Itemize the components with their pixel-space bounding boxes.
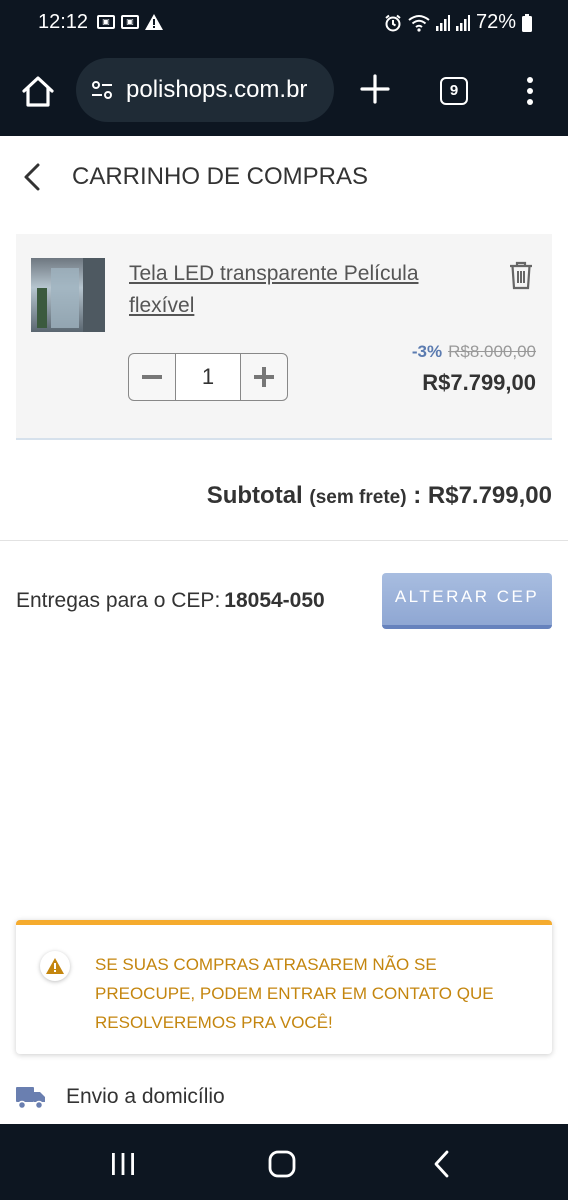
plus-icon xyxy=(254,367,274,387)
address-bar[interactable]: polishops.com.br xyxy=(76,58,334,122)
delay-alert: SE SUAS COMPRAS ATRASAREM NÃO SE PREOCUP… xyxy=(16,920,552,1054)
battery-percent: 72% xyxy=(475,11,516,33)
status-right: 72% xyxy=(384,11,532,34)
warning-icon xyxy=(145,14,163,30)
delivery-label: Entregas para o CEP: xyxy=(16,589,221,612)
wifi-icon xyxy=(408,14,430,32)
old-price-row: -3% R$8.000,00 xyxy=(412,342,536,362)
status-bar: 12:12 ▣ ▣ 72% xyxy=(0,0,568,44)
site-settings-icon[interactable] xyxy=(90,78,114,102)
tab-switcher-button[interactable]: 9 xyxy=(440,77,468,105)
old-price: R$8.000,00 xyxy=(448,342,536,361)
more-menu-icon[interactable] xyxy=(524,76,536,106)
page-header: CARRINHO DE COMPRAS xyxy=(0,136,568,216)
alert-text: SE SUAS COMPRAS ATRASAREM NÃO SE PREOCUP… xyxy=(95,955,494,1032)
quantity-stepper: 1 xyxy=(128,353,288,401)
discount-badge: -3% xyxy=(411,342,443,361)
signal-icon xyxy=(435,14,450,31)
increase-quantity-button[interactable] xyxy=(240,353,288,401)
notification-box-icon: ▣ xyxy=(121,15,139,29)
notification-icons: ▣ ▣ xyxy=(97,14,163,30)
alarm-icon xyxy=(385,14,401,31)
battery-icon xyxy=(522,13,532,32)
back-nav-icon[interactable] xyxy=(432,1150,450,1178)
product-thumbnail[interactable] xyxy=(31,258,105,332)
browser-toolbar: polishops.com.br 9 xyxy=(0,44,568,136)
page-title: CARRINHO DE COMPRAS xyxy=(72,163,369,190)
url-text: polishops.com.br xyxy=(126,76,308,103)
back-arrow-icon[interactable] xyxy=(20,162,44,192)
notification-box-icon: ▣ xyxy=(97,15,115,29)
truck-icon xyxy=(16,1087,45,1110)
delivery-cep-row: Entregas para o CEP: 18054-050 xyxy=(16,589,325,613)
recent-apps-icon[interactable] xyxy=(110,1152,136,1176)
alert-icon-wrapper xyxy=(40,951,70,981)
signal-icon-2 xyxy=(455,14,470,31)
decrease-quantity-button[interactable] xyxy=(128,353,176,401)
product-name-link[interactable]: Tela LED transparente Película flexível xyxy=(129,258,469,322)
system-nav-bar xyxy=(0,1124,568,1200)
change-cep-button[interactable]: ALTERAR CEP xyxy=(382,573,552,629)
new-tab-icon[interactable] xyxy=(358,72,392,106)
subtotal-note: (sem frete) xyxy=(309,487,407,508)
quantity-input[interactable]: 1 xyxy=(176,353,240,401)
subtotal-label: Subtotal xyxy=(206,482,303,509)
shipping-label: Envio a domicílio xyxy=(66,1085,225,1108)
home-nav-icon[interactable] xyxy=(268,1150,296,1178)
status-time: 12:12 xyxy=(38,11,89,33)
cart-item: Tela LED transparente Película flexível … xyxy=(16,234,552,440)
subtotal-separator: : xyxy=(413,482,422,509)
delivery-cep: 18054-050 xyxy=(224,589,325,612)
shipping-option[interactable]: Envio a domicílio xyxy=(16,1084,225,1110)
subtotal-value: R$7.799,00 xyxy=(427,482,552,509)
subtotal-row: Subtotal (sem frete) : R$7.799,00 xyxy=(207,482,552,510)
warning-icon xyxy=(46,958,64,974)
current-price: R$7.799,00 xyxy=(422,370,536,395)
home-icon[interactable] xyxy=(18,72,58,112)
divider xyxy=(0,540,568,541)
minus-icon xyxy=(142,375,162,379)
trash-icon[interactable] xyxy=(508,260,534,290)
